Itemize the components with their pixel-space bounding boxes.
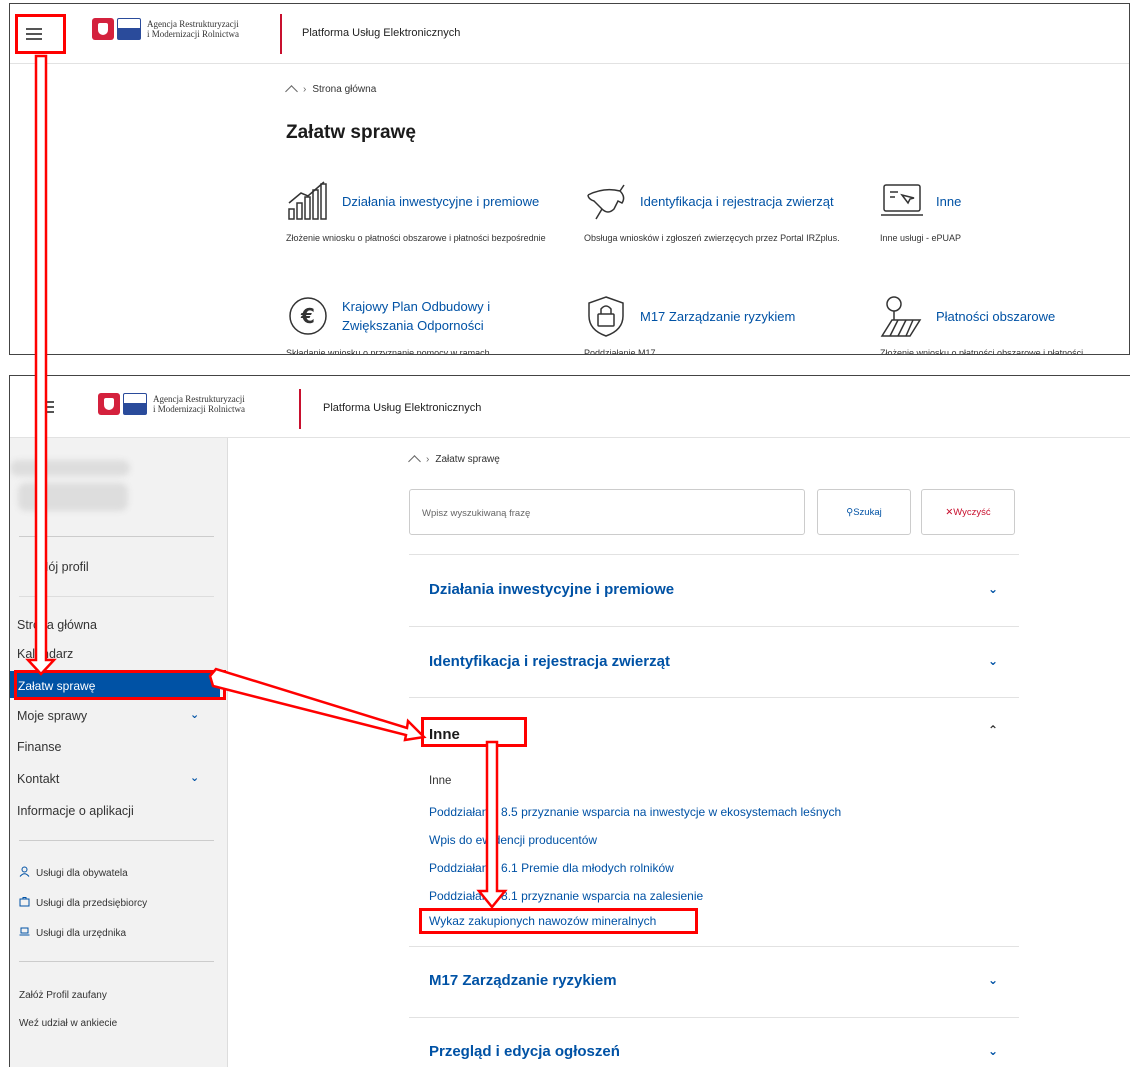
arrow-menu-to-sidebar bbox=[25, 54, 57, 676]
annotation-arrows bbox=[25, 54, 508, 909]
arrow-sidebar-to-accordion bbox=[208, 667, 427, 742]
arrow-accordion-to-link bbox=[476, 740, 508, 909]
